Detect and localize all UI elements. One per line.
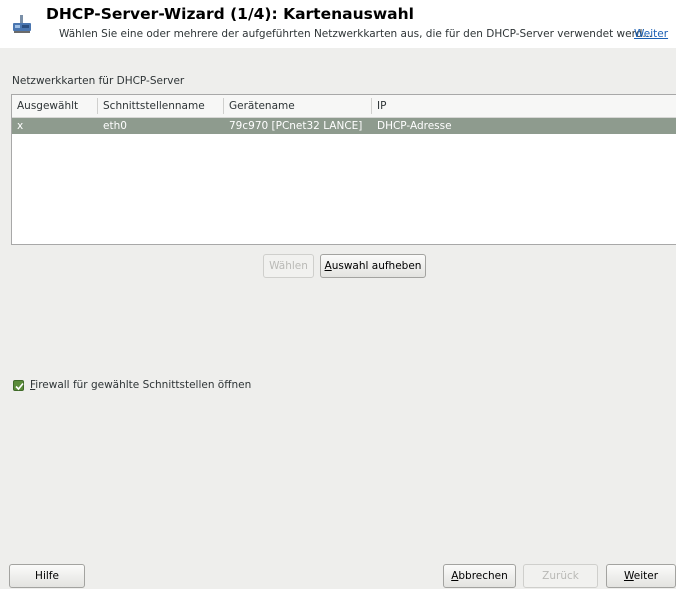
table-row[interactable]: x eth0 79c970 [PCnet32 LANCE] DHCP-Adres…: [12, 118, 676, 134]
column-header-interface[interactable]: Schnittstellenname: [103, 100, 205, 112]
firewall-label-text: irewall für gewählte Schnittstellen öffn…: [35, 379, 252, 391]
network-card-icon: [11, 14, 33, 36]
back-button[interactable]: Zurück: [523, 564, 598, 588]
deselect-mnemonic: A: [324, 260, 332, 272]
cell-device: 79c970 [PCnet32 LANCE]: [229, 120, 363, 132]
page-title: DHCP-Server-Wizard (1/4): Kartenauswahl: [46, 5, 414, 23]
table-header: Ausgewählt Schnittstellenname Gerätename…: [12, 95, 676, 118]
cell-ip: DHCP-Adresse: [377, 120, 452, 132]
wizard-header: DHCP-Server-Wizard (1/4): Kartenauswahl …: [0, 0, 676, 48]
cell-selected: x: [17, 120, 24, 132]
column-header-ip[interactable]: IP: [377, 100, 386, 112]
column-divider: [371, 98, 372, 114]
abort-button[interactable]: Abbrechen: [443, 564, 516, 588]
next-label: eiter: [633, 570, 659, 582]
table-caption: Netzwerkkarten für DHCP-Server: [12, 75, 185, 87]
column-divider: [223, 98, 224, 114]
abort-label: bbrechen: [458, 570, 508, 582]
firewall-checkbox-label: Firewall für gewählte Schnittstellen öff…: [30, 379, 251, 391]
column-header-device[interactable]: Gerätename: [229, 100, 295, 112]
network-card-table[interactable]: Ausgewählt Schnittstellenname Gerätename…: [11, 94, 676, 245]
help-button[interactable]: Hilfe: [9, 564, 85, 588]
deselect-button[interactable]: Auswahl aufheben: [320, 254, 426, 278]
deselect-label: uswahl aufheben: [331, 260, 422, 272]
page-subtitle: Wählen Sie eine oder mehrere der aufgefü…: [59, 28, 653, 40]
column-divider: [97, 98, 98, 114]
next-button[interactable]: Weiter: [606, 564, 676, 588]
next-mnemonic: W: [623, 570, 634, 582]
more-help-link[interactable]: Weiter: [634, 28, 668, 40]
firewall-checkbox[interactable]: [13, 380, 24, 391]
select-button[interactable]: Wählen: [263, 254, 314, 278]
cell-interface: eth0: [103, 120, 127, 132]
column-header-selected[interactable]: Ausgewählt: [17, 100, 78, 112]
